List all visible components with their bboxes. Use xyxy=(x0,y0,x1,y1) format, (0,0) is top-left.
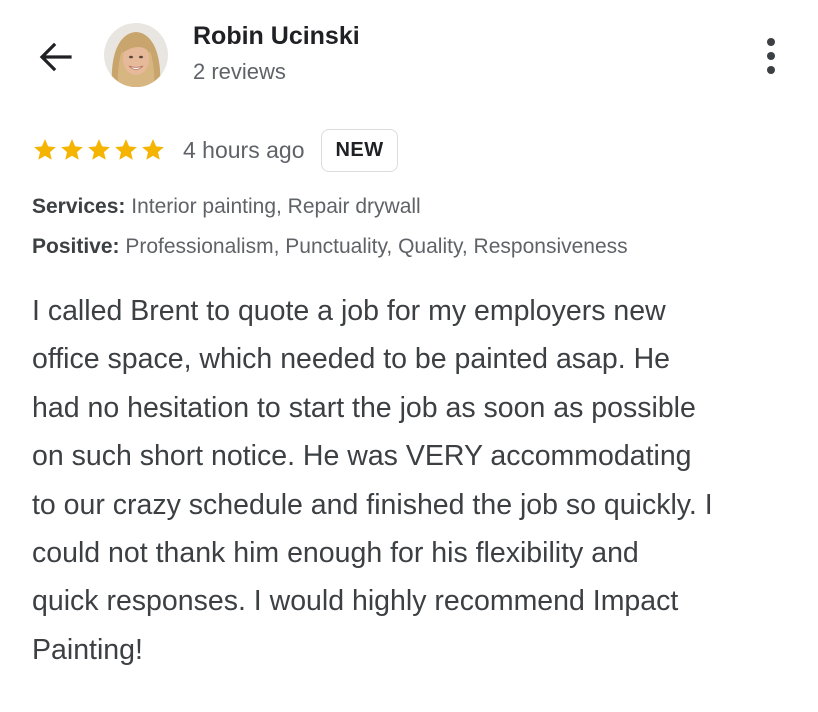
rating-row: 4 hours ago NEW xyxy=(32,128,398,172)
review-line: had no hesitation to start the job as so… xyxy=(32,391,696,424)
review-line: I called Brent to quote a job for my emp… xyxy=(32,295,666,327)
positive-value: Professionalism, Punctuality, Quality, R… xyxy=(119,235,628,258)
review-line: could not thank him enough for his flexi… xyxy=(32,537,639,570)
avatar-image xyxy=(104,23,168,87)
services-value: Interior painting, Repair drywall xyxy=(125,195,421,218)
back-button[interactable] xyxy=(34,35,78,79)
review-header: Robin Ucinski 2 reviews xyxy=(0,0,818,110)
arrow-back-icon xyxy=(39,42,72,72)
star-icon xyxy=(88,139,110,160)
services-line: Services: Interior painting, Repair dryw… xyxy=(32,195,421,219)
services-label: Services: xyxy=(32,195,126,218)
new-badge: NEW xyxy=(321,128,398,172)
review-line: on such short notice. He was VERY accomm… xyxy=(32,440,692,473)
more-options-button[interactable] xyxy=(758,36,786,76)
review-line: quick responses. I would highly recommen… xyxy=(32,585,679,618)
star-icon xyxy=(142,139,164,160)
review-line: Painting! xyxy=(32,633,143,666)
review-line: to our crazy schedule and finished the j… xyxy=(32,488,713,521)
avatar[interactable] xyxy=(104,23,168,87)
review-body: I called Brent to quote a job for my emp… xyxy=(32,287,807,674)
star-rating xyxy=(32,137,167,163)
star-icon xyxy=(34,139,56,160)
review-line: office space, which needed to be painted… xyxy=(32,343,671,376)
star-icon xyxy=(115,139,137,160)
review-time: 4 hours ago xyxy=(183,136,305,163)
star-icon xyxy=(61,139,83,160)
positive-label: Positive: xyxy=(32,235,120,258)
positive-line: Positive: Professionalism, Punctuality, … xyxy=(32,235,628,259)
reviewer-review-count: 2 reviews xyxy=(193,59,286,84)
reviewer-name[interactable]: Robin Ucinski xyxy=(193,22,360,51)
